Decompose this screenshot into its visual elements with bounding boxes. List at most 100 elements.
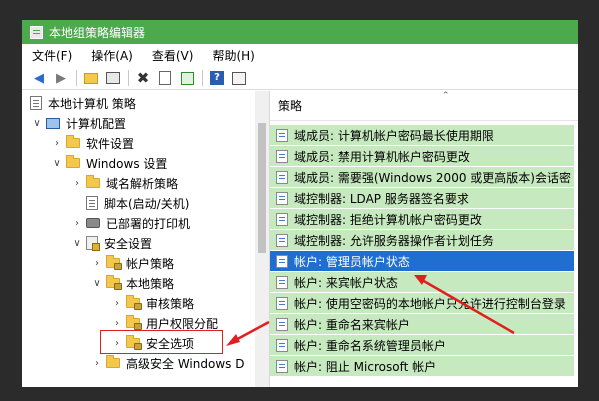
policy-doc-icon <box>30 96 42 110</box>
folder-icon <box>66 135 80 148</box>
tree-item-windows-settings[interactable]: ∨ Windows 设置 <box>52 153 167 173</box>
list-item-label: 帐户: 使用空密码的本地帐户只允许进行控制台登录 <box>294 296 566 311</box>
tree-scrollbar[interactable] <box>255 91 269 387</box>
list-item[interactable]: 帐户: 使用空密码的本地帐户只允许进行控制台登录 <box>270 293 574 313</box>
tree-item-label: 审核策略 <box>146 296 195 311</box>
show-tree-icon[interactable] <box>104 69 122 87</box>
policy-icon <box>276 149 288 163</box>
list-item[interactable]: 域控制器: LDAP 服务器签名要求 <box>270 188 574 208</box>
list-item[interactable]: 帐户: 阻止 Microsoft 帐户 <box>270 356 574 376</box>
up-folder-icon[interactable] <box>82 69 100 87</box>
column-header-policy[interactable]: 策略 ⌃ <box>270 91 578 121</box>
policy-icon <box>276 191 288 205</box>
chevron-down-icon[interactable]: ∨ <box>32 118 42 129</box>
tree-item-label: 域名解析策略 <box>106 176 179 191</box>
tree-item-local-computer-policy[interactable]: 本地计算机 策略 <box>30 93 136 113</box>
delete-icon[interactable]: ✖ <box>134 69 152 87</box>
list-item[interactable]: 帐户: 重命名来宾帐户 <box>270 314 574 334</box>
policy-icon <box>276 254 288 268</box>
tree-item-label: 已部署的打印机 <box>106 216 191 231</box>
list-item-label: 域控制器: LDAP 服务器签名要求 <box>294 191 469 206</box>
tree-item-software-settings[interactable]: › 软件设置 <box>52 133 134 153</box>
sort-up-icon: ⌃ <box>442 91 450 101</box>
list-item[interactable]: 域成员: 计算机帐户密码最长使用期限 <box>270 125 574 145</box>
window-title: 本地组策略编辑器 <box>49 25 146 40</box>
script-icon <box>86 196 98 210</box>
tree-item-local-policies[interactable]: ∨ 本地策略 <box>92 273 174 293</box>
content-area: 本地计算机 策略 ∨ 计算机配置 › 软件设置 ∨ Windows 设置 › 域… <box>22 91 578 387</box>
chevron-right-icon[interactable]: › <box>112 318 122 329</box>
tree-pane[interactable]: 本地计算机 策略 ∨ 计算机配置 › 软件设置 ∨ Windows 设置 › 域… <box>22 91 270 387</box>
list-item-label: 域成员: 计算机帐户密码最长使用期限 <box>294 128 494 143</box>
menu-action[interactable]: 操作(A) <box>91 47 133 64</box>
tree-item-account-policies[interactable]: › 帐户策略 <box>92 253 174 273</box>
list-item-label: 帐户: 重命名来宾帐户 <box>294 317 410 332</box>
tree-item-audit-policy[interactable]: › 审核策略 <box>112 293 194 313</box>
chevron-right-icon[interactable]: › <box>92 358 102 369</box>
back-icon[interactable]: ◀ <box>30 69 48 87</box>
toolbar-separator <box>76 70 77 86</box>
policy-icon <box>276 338 288 352</box>
help-icon[interactable]: ? <box>208 69 226 87</box>
chevron-right-icon[interactable]: › <box>72 178 82 189</box>
view-icon[interactable] <box>230 69 248 87</box>
policy-icon <box>276 128 288 142</box>
title-bar: 本地组策略编辑器 <box>22 20 578 44</box>
menu-view[interactable]: 查看(V) <box>152 47 194 64</box>
list-item[interactable]: 域控制器: 拒绝计算机帐户密码更改 <box>270 209 574 229</box>
menu-help[interactable]: 帮助(H) <box>212 47 254 64</box>
app-icon <box>30 25 43 39</box>
lock-folder-icon <box>106 275 122 290</box>
group-policy-editor-window: 本地组策略编辑器 文件(F) 操作(A) 查看(V) 帮助(H) ◀ ▶ ✖ ?… <box>22 20 578 387</box>
tree-item-label: 本地计算机 策略 <box>48 96 136 111</box>
tree-item-advanced-firewall[interactable]: › 高级安全 Windows D <box>92 353 244 373</box>
chevron-right-icon[interactable]: › <box>72 218 82 229</box>
tree-item-label: 帐户策略 <box>126 256 175 271</box>
export-icon[interactable] <box>178 69 196 87</box>
list-item[interactable]: 域控制器: 允许服务器操作者计划任务 <box>270 230 574 250</box>
list-item[interactable]: 帐户: 来宾帐户状态 <box>270 272 574 292</box>
chevron-right-icon[interactable]: › <box>52 138 62 149</box>
list-item[interactable]: 域成员: 需要强(Windows 2000 或更高版本)会话密 <box>270 167 574 187</box>
toolbar-separator <box>128 70 129 86</box>
policy-icon <box>276 359 288 373</box>
policy-icon <box>276 296 288 310</box>
policy-list-pane[interactable]: 策略 ⌃ 域成员: 计算机帐户密码最长使用期限 域成员: 禁用计算机帐户密码更改… <box>270 91 578 387</box>
folder-icon <box>86 175 100 188</box>
tree-item-label: 软件设置 <box>86 136 135 151</box>
list-item[interactable]: 域成员: 禁用计算机帐户密码更改 <box>270 146 574 166</box>
chevron-down-icon[interactable]: ∨ <box>52 158 62 169</box>
list-item-label: 帐户: 来宾帐户状态 <box>294 275 398 290</box>
tree-item-name-resolution-policy[interactable]: › 域名解析策略 <box>72 173 178 193</box>
folder-icon <box>66 155 80 168</box>
list-item-selected[interactable]: 帐户: 管理员帐户状态 <box>270 251 574 271</box>
printer-icon <box>86 218 100 228</box>
chevron-right-icon[interactable]: › <box>112 298 122 309</box>
menu-file[interactable]: 文件(F) <box>32 47 72 64</box>
list-item-label: 域成员: 需要强(Windows 2000 或更高版本)会话密 <box>294 170 571 185</box>
tree-item-label: 计算机配置 <box>66 116 127 131</box>
computer-icon <box>46 117 60 129</box>
forward-icon[interactable]: ▶ <box>52 69 70 87</box>
list-item-label: 帐户: 阻止 Microsoft 帐户 <box>294 359 437 374</box>
tree-item-computer-config[interactable]: ∨ 计算机配置 <box>32 113 126 133</box>
lock-folder-icon <box>106 255 122 270</box>
tree-item-label: 高级安全 Windows D <box>126 356 245 371</box>
chevron-down-icon[interactable]: ∨ <box>72 238 82 249</box>
folder-icon <box>106 355 120 368</box>
policy-icon <box>276 170 288 184</box>
properties-icon[interactable] <box>156 69 174 87</box>
list-item-label: 帐户: 重命名系统管理员帐户 <box>294 338 446 353</box>
tree-item-label: 脚本(启动/关机) <box>104 196 190 211</box>
tree-item-security-settings[interactable]: ∨ 安全设置 <box>72 233 152 253</box>
tree-item-deployed-printers[interactable]: › 已部署的打印机 <box>72 213 190 233</box>
tree-item-label: 用户权限分配 <box>146 316 219 331</box>
tree-item-scripts[interactable]: 脚本(启动/关机) <box>86 193 189 213</box>
policy-icon <box>276 212 288 226</box>
list-item-label: 帐户: 管理员帐户状态 <box>294 254 410 269</box>
chevron-right-icon[interactable]: › <box>92 258 102 269</box>
list-item[interactable]: 帐户: 重命名系统管理员帐户 <box>270 335 574 355</box>
annotation-highlight-box <box>100 330 223 354</box>
chevron-down-icon[interactable]: ∨ <box>92 278 102 289</box>
tree-scrollbar-thumb[interactable] <box>258 123 266 253</box>
